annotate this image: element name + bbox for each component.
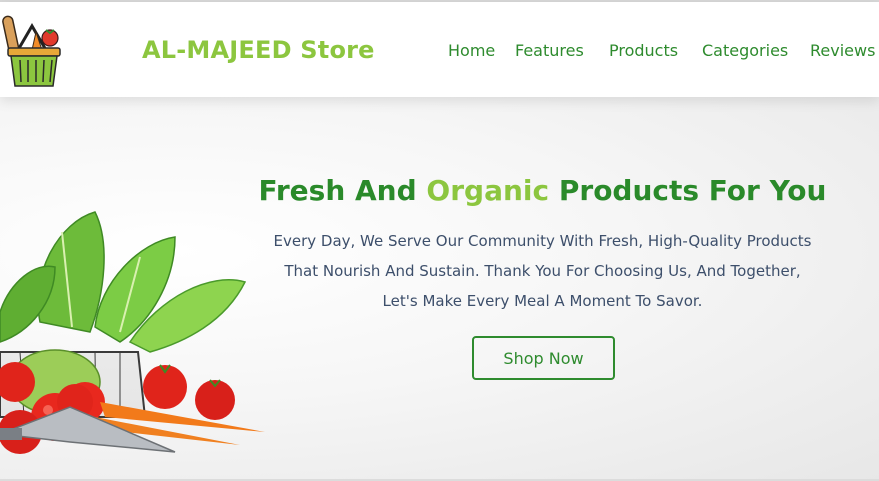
description-line: Let's Make Every Meal A Moment To Savor. <box>382 292 703 310</box>
hero-description: Every Day, We Serve Our Community With F… <box>240 226 845 316</box>
hero-section: Fresh And Organic Products For You Every… <box>0 97 879 481</box>
description-line: Every Day, We Serve Our Community With F… <box>273 232 812 250</box>
shop-now-button[interactable]: Shop Now <box>472 336 615 380</box>
hero-headline: Fresh And Organic Products For You <box>258 174 827 207</box>
description-line: That Nourish And Sustain. Thank You For … <box>284 262 801 280</box>
main-nav: Home Features Products Categories Review… <box>0 41 879 65</box>
nav-categories[interactable]: Categories <box>702 41 788 60</box>
nav-reviews[interactable]: Reviews <box>810 41 875 60</box>
nav-products[interactable]: Products <box>609 41 678 60</box>
nav-features[interactable]: Features <box>515 41 584 60</box>
nav-home[interactable]: Home <box>448 41 495 60</box>
vegetable-basket-image <box>0 202 270 462</box>
headline-accent: Organic <box>426 174 550 207</box>
site-header: AL-MAJEED Store Home Features Products C… <box>0 2 879 97</box>
